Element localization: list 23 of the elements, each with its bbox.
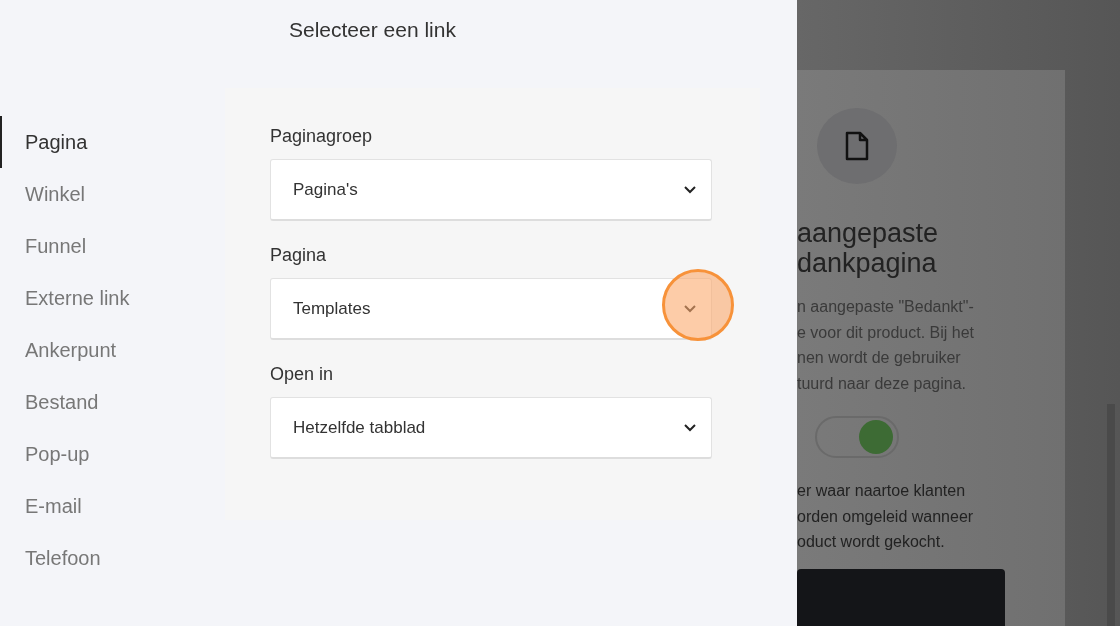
help-text: er waar naartoe klanten orden omgeleid wanneer oduct wordt gekocht.	[797, 481, 974, 553]
link-type-tab[interactable]: E-mail	[0, 480, 225, 532]
field-label: Paginagroep	[270, 126, 373, 147]
toggle-switch[interactable]	[815, 416, 899, 459]
dark-button[interactable]	[797, 568, 1005, 626]
page-heading: aangepaste dankpagina	[797, 218, 939, 279]
chevron-down-icon	[683, 304, 697, 313]
link-type-tab[interactable]: Funnel	[0, 220, 225, 272]
link-type-tab[interactable]: Externe link	[0, 272, 225, 324]
link-type-tab[interactable]: Ankerpunt	[0, 324, 225, 376]
select-field[interactable]: Pagina's	[270, 159, 712, 221]
link-type-tab[interactable]: Pop-up	[0, 428, 225, 480]
chevron-down-icon	[683, 185, 697, 194]
field-label: Open in	[270, 364, 334, 385]
link-type-tab[interactable]: Winkel	[0, 168, 225, 220]
chevron-down-icon	[683, 423, 697, 432]
select-field[interactable]: Hetzelfde tabblad	[270, 397, 712, 459]
field-label: Pagina	[270, 245, 327, 266]
description-text: n aangepaste "Bedankt"- e voor dit product. Bij het nen wordt de gebruiker tuurd naar deze pagina.	[797, 297, 974, 394]
link-type-tab[interactable]: Telefoon	[0, 532, 225, 584]
dialog-title: Selecteer een link	[289, 18, 456, 42]
select-field[interactable]: Templates	[270, 278, 712, 340]
link-type-tab[interactable]: Bestand	[0, 376, 225, 428]
